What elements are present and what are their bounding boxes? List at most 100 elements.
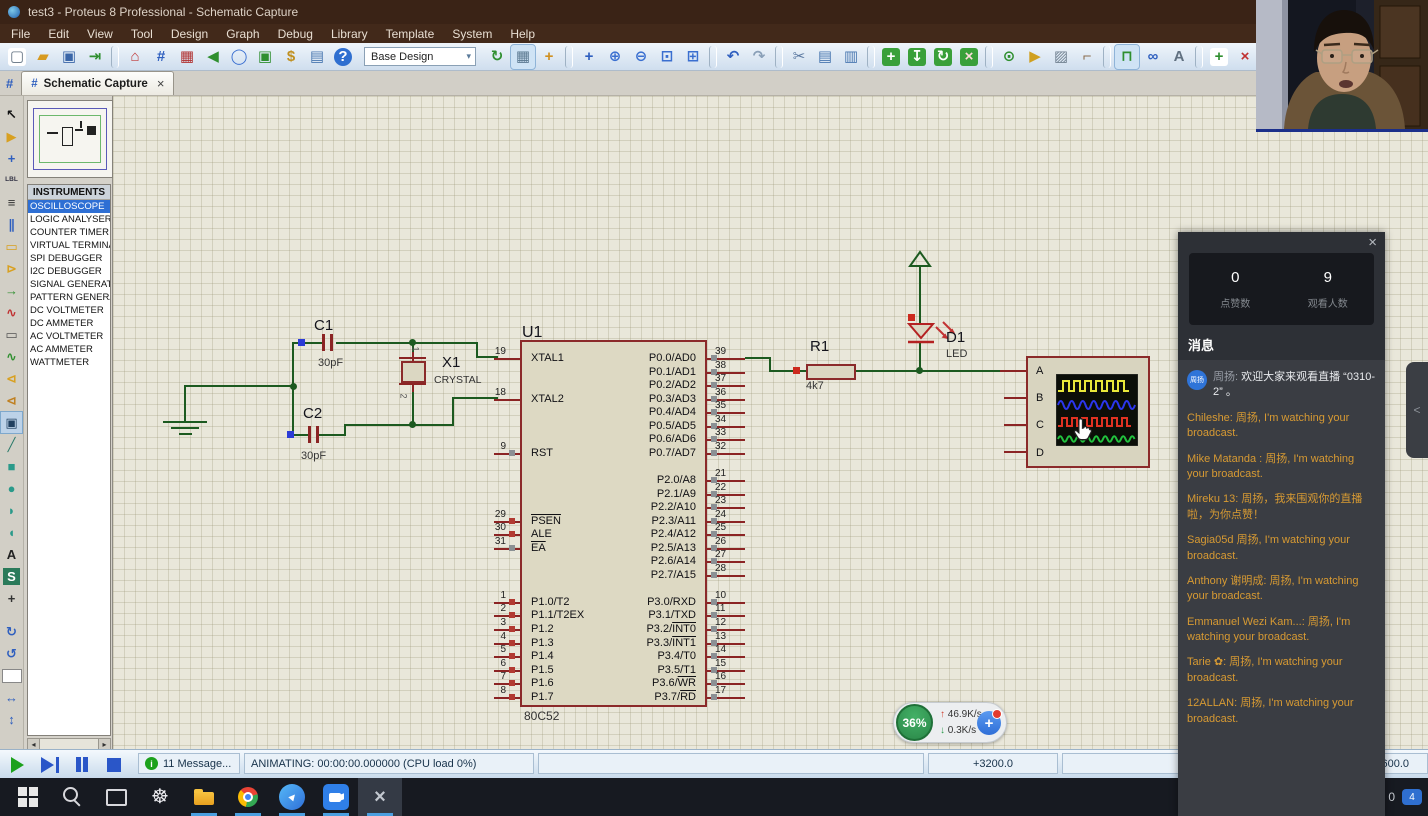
notification-badge[interactable]: 4 xyxy=(1402,789,1422,805)
separator[interactable] xyxy=(985,46,993,68)
x-mirror[interactable]: ↔ xyxy=(1,687,22,708)
schematic-capture-view[interactable]: # xyxy=(149,45,173,69)
message-counter[interactable]: i 11 Message... xyxy=(138,753,240,774)
text-2d[interactable]: A xyxy=(1,544,22,565)
graph-mode[interactable]: ∿ xyxy=(1,302,22,323)
design-explorer[interactable]: ▤ xyxy=(305,45,329,69)
wire[interactable] xyxy=(919,266,921,324)
component-oscilloscope[interactable]: ABCD xyxy=(1026,356,1150,468)
property-assignment[interactable]: A xyxy=(1167,45,1191,69)
line-2d[interactable]: ╱ xyxy=(1,434,22,455)
capacitor-c1[interactable] xyxy=(322,334,325,351)
tab-schematic-capture[interactable]: # Schematic Capture × xyxy=(21,71,174,95)
pan[interactable]: + xyxy=(577,45,601,69)
wire-label-mode[interactable]: LBL xyxy=(1,170,22,191)
separator[interactable] xyxy=(709,46,717,68)
instrument-item[interactable]: LOGIC ANALYSER xyxy=(28,213,110,226)
play-button[interactable] xyxy=(4,753,31,776)
close-icon[interactable]: × xyxy=(1368,234,1377,251)
redraw[interactable]: ↻ xyxy=(485,45,509,69)
stop-button[interactable] xyxy=(100,753,127,776)
angle-field[interactable] xyxy=(1,665,22,686)
separator[interactable] xyxy=(775,46,783,68)
instrument-item[interactable]: WATTMETER xyxy=(28,356,110,369)
pcb-layout-view[interactable]: ▦ xyxy=(175,45,199,69)
pause-button[interactable] xyxy=(68,753,95,776)
capacitor-c1[interactable] xyxy=(330,334,333,351)
pin-stub[interactable] xyxy=(1004,424,1028,426)
home-page[interactable]: ⌂ xyxy=(123,45,147,69)
block-move[interactable]: ↧ xyxy=(905,45,929,69)
menu-item[interactable]: Template xyxy=(377,27,444,41)
rotate-anticlockwise[interactable]: ↺ xyxy=(1,643,22,664)
arc-2d[interactable]: ◗ xyxy=(1,500,22,521)
power-terminal[interactable] xyxy=(908,250,932,268)
instrument-item[interactable]: DC VOLTMETER xyxy=(28,304,110,317)
instrument-item[interactable]: DC AMMETER xyxy=(28,317,110,330)
path-2d[interactable]: ◖ xyxy=(1,522,22,543)
instrument-item[interactable]: SIGNAL GENERATOR xyxy=(28,278,110,291)
text-script-mode[interactable]: ≡ xyxy=(1,192,22,213)
ref-label-c1[interactable]: C1 xyxy=(314,317,333,334)
paste[interactable]: ▥ xyxy=(839,45,863,69)
subcircuit-mode[interactable]: ▭ xyxy=(1,236,22,257)
value-label-u1[interactable]: 80C52 xyxy=(524,709,559,723)
circle-2d[interactable]: ● xyxy=(1,478,22,499)
zoom-find[interactable]: ◯ xyxy=(227,45,251,69)
instrument-item[interactable]: VIRTUAL TERMINAL xyxy=(28,239,110,252)
pinwheel-app[interactable]: ☸ xyxy=(138,778,182,816)
wire[interactable] xyxy=(184,385,186,423)
menu-item[interactable]: Help xyxy=(501,27,544,41)
search-button[interactable] xyxy=(50,778,94,816)
wire[interactable] xyxy=(292,342,324,344)
chat-collapse-handle[interactable]: < xyxy=(1406,362,1428,458)
wire[interactable] xyxy=(292,387,294,435)
junction-dot-mode[interactable]: + xyxy=(1,148,22,169)
design-selector[interactable]: Base Design ▾ xyxy=(364,47,476,66)
ref-label-c2[interactable]: C2 xyxy=(303,405,322,422)
remove-sheet[interactable]: × xyxy=(1233,45,1257,69)
y-mirror[interactable]: ↕ xyxy=(1,709,22,730)
menu-item[interactable]: Library xyxy=(322,27,377,41)
current-probe-mode[interactable]: ⊲ xyxy=(1,390,22,411)
resistor-r1[interactable] xyxy=(806,364,856,380)
menu-item[interactable]: Edit xyxy=(39,27,78,41)
instrument-item[interactable]: OSCILLOSCOPE xyxy=(28,200,110,213)
wire-autorouter[interactable]: ⊓ xyxy=(1115,45,1139,69)
proteus-taskbar-icon[interactable]: × xyxy=(358,778,402,816)
zoom-in[interactable]: ⊕ xyxy=(603,45,627,69)
zoom-extents[interactable]: ⊞ xyxy=(681,45,705,69)
false-origin[interactable]: + xyxy=(537,45,561,69)
wire[interactable] xyxy=(856,370,1002,372)
instrument-item[interactable]: SPI DEBUGGER xyxy=(28,252,110,265)
ref-label-r1[interactable]: R1 xyxy=(810,338,829,355)
search-and-tag[interactable]: ∞ xyxy=(1141,45,1165,69)
menu-item[interactable]: Debug xyxy=(269,27,322,41)
menu-item[interactable]: Design xyxy=(162,27,217,41)
separator[interactable] xyxy=(565,46,573,68)
component-mode[interactable]: ▶ xyxy=(1,126,22,147)
task-view-button[interactable] xyxy=(94,778,138,816)
value-label-c2[interactable]: 30pF xyxy=(301,450,326,462)
packaging-tool[interactable]: ▨ xyxy=(1049,45,1073,69)
capacitor-c2[interactable] xyxy=(308,426,311,443)
separator[interactable] xyxy=(867,46,875,68)
import-section[interactable]: ⇥ xyxy=(83,45,107,69)
new-design[interactable]: ▢ xyxy=(5,45,29,69)
instrument-item[interactable]: AC AMMETER xyxy=(28,343,110,356)
instrument-item[interactable]: AC VOLTMETER xyxy=(28,330,110,343)
wire[interactable] xyxy=(319,434,346,436)
bill-of-materials[interactable]: $ xyxy=(279,45,303,69)
menu-item[interactable]: System xyxy=(443,27,501,41)
pick-device[interactable]: ⊙ xyxy=(997,45,1021,69)
quark-browser[interactable]: ▲ xyxy=(270,778,314,816)
selection-mode[interactable]: ↖ xyxy=(1,104,22,125)
menu-item[interactable]: Tool xyxy=(122,27,162,41)
device-pins-mode[interactable]: → xyxy=(1,280,22,301)
generator-mode[interactable]: ∿ xyxy=(1,346,22,367)
ref-label-d1[interactable]: D1 xyxy=(946,329,965,346)
overview-panel[interactable] xyxy=(27,100,113,178)
tab-close-icon[interactable]: × xyxy=(157,76,165,91)
copy[interactable]: ▤ xyxy=(813,45,837,69)
separator[interactable] xyxy=(1195,46,1203,68)
